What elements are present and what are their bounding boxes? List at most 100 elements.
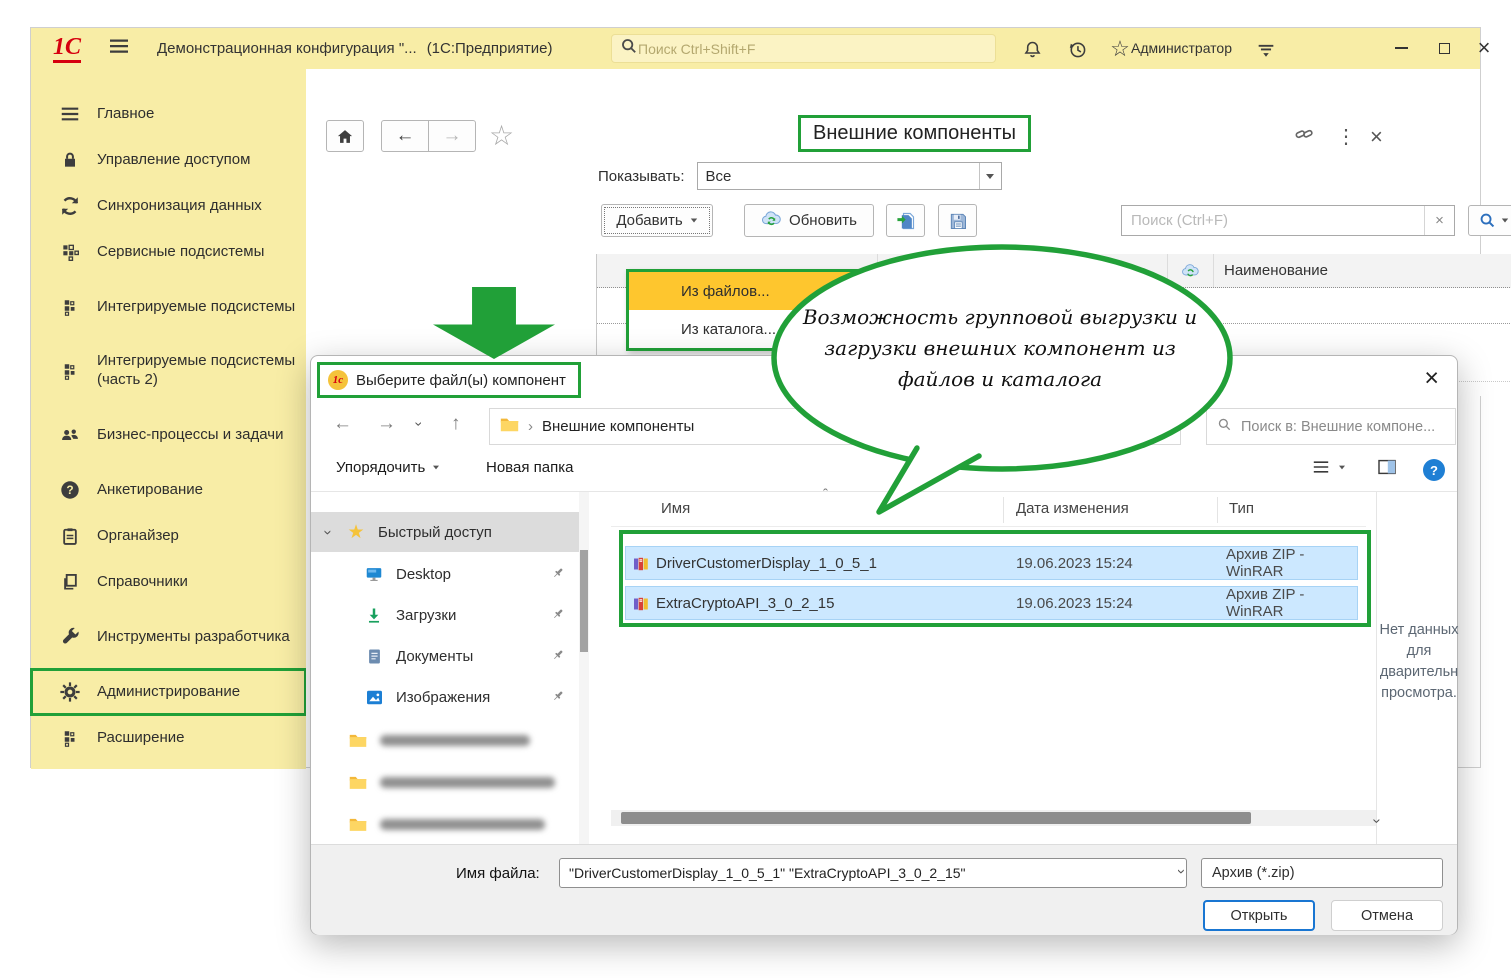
load-from-file-icon-button[interactable] bbox=[886, 204, 925, 237]
preview-pane: Нет данных для дварительн просмотра. bbox=[1376, 492, 1459, 844]
global-search-input[interactable] bbox=[638, 41, 987, 57]
notifications-bell-icon[interactable] bbox=[1019, 36, 1045, 62]
sidebar-item-integrated-subsystems-2[interactable]: Интегрируемые подсистемы (часть 2) bbox=[31, 339, 306, 403]
column-name[interactable]: Имя bbox=[661, 500, 690, 517]
forward-button[interactable]: → bbox=[428, 120, 476, 152]
nav-back-icon[interactable]: ← bbox=[333, 413, 352, 435]
help-icon[interactable]: ? bbox=[1423, 459, 1445, 481]
blocks-icon bbox=[57, 295, 83, 319]
tree-item-blurred-folder[interactable] bbox=[311, 804, 579, 844]
sidebar-item-business-processes[interactable]: Бизнес-процессы и задачи bbox=[31, 403, 306, 467]
app-title-bar: 1С Демонстрационная конфигурация "... (1… bbox=[31, 28, 1480, 69]
filename-input[interactable] bbox=[560, 865, 1177, 881]
dialog-search-box[interactable] bbox=[1206, 408, 1456, 445]
nav-forward-icon[interactable]: → bbox=[377, 413, 396, 435]
service-settings-icon[interactable] bbox=[1253, 36, 1279, 62]
nav-up-icon[interactable]: ↑ bbox=[451, 413, 461, 435]
breadcrumb-folder[interactable]: Внешние компоненты bbox=[542, 418, 694, 435]
file-list: ˆ Имя Дата изменения Тип DriverCustomerD… bbox=[611, 492, 1376, 844]
add-button[interactable]: Добавить bbox=[601, 204, 713, 237]
document-icon bbox=[363, 646, 385, 666]
sidebar-item-surveys[interactable]: ? Анкетирование bbox=[31, 467, 306, 513]
open-button[interactable]: Открыть bbox=[1203, 900, 1315, 931]
search-button[interactable] bbox=[1468, 205, 1511, 236]
dialog-footer: Имя файла: › Архив (*.zip) › Открыть Отм… bbox=[311, 844, 1457, 935]
organize-button[interactable]: Упорядочить bbox=[336, 459, 440, 476]
sidebar-item-data-sync[interactable]: Синхронизация данных bbox=[31, 183, 306, 229]
clear-search-icon[interactable]: × bbox=[1424, 206, 1454, 235]
tree-item-documents[interactable]: Документы bbox=[311, 636, 579, 676]
scrollbar-thumb[interactable] bbox=[621, 812, 1251, 824]
page-title: Внешние компоненты bbox=[798, 115, 1031, 152]
pin-icon[interactable] bbox=[551, 689, 565, 707]
sidebar-item-service-subsystems[interactable]: Сервисные подсистемы bbox=[31, 229, 306, 275]
new-folder-button[interactable]: Новая папка bbox=[486, 459, 573, 476]
1c-logo[interactable]: 1С bbox=[53, 35, 81, 63]
clipboard-icon bbox=[57, 524, 83, 548]
chevron-down-icon[interactable]: › bbox=[320, 515, 337, 549]
tree-scrollbar-thumb[interactable] bbox=[580, 550, 588, 652]
sidebar-item-developer-tools[interactable]: Инструменты разработчика bbox=[31, 605, 306, 669]
save-to-file-icon-button[interactable] bbox=[938, 204, 977, 237]
folder-icon bbox=[347, 730, 369, 750]
sections-sidebar: Главное Управление доступом Синхронизаци… bbox=[31, 69, 306, 769]
filename-combobox[interactable]: › bbox=[559, 858, 1187, 888]
back-button[interactable]: ← bbox=[381, 120, 429, 152]
tree-item-blurred-folder[interactable] bbox=[311, 762, 579, 802]
dialog-search-input[interactable] bbox=[1241, 419, 1445, 435]
main-menu-icon[interactable] bbox=[107, 34, 131, 63]
file-list-horizontal-scrollbar[interactable] bbox=[611, 810, 1376, 826]
pictures-icon bbox=[363, 687, 385, 707]
show-label: Показывать: bbox=[598, 168, 685, 185]
tree-item-quick-access[interactable]: › ★ Быстрый доступ bbox=[311, 512, 579, 552]
tree-scrollbar[interactable] bbox=[579, 492, 589, 844]
sidebar-item-catalogs[interactable]: Справочники bbox=[31, 559, 306, 605]
svg-text:?: ? bbox=[66, 483, 73, 497]
home-button[interactable] bbox=[326, 120, 364, 152]
tree-item-blurred-folder[interactable] bbox=[311, 720, 579, 760]
history-icon[interactable] bbox=[1064, 36, 1090, 62]
sidebar-item-organizer[interactable]: Органайзер bbox=[31, 513, 306, 559]
dialog-close-icon[interactable]: × bbox=[1424, 366, 1439, 391]
maximize-button[interactable] bbox=[1429, 34, 1459, 62]
sidebar-item-administration[interactable]: Администрирование bbox=[31, 669, 306, 715]
list-search-input[interactable] bbox=[1122, 212, 1424, 229]
sidebar-item-main[interactable]: Главное bbox=[31, 91, 306, 137]
nav-recent-chevron-icon[interactable]: › bbox=[411, 422, 427, 427]
list-search-box[interactable]: × bbox=[1121, 205, 1455, 236]
lock-icon bbox=[57, 148, 83, 172]
global-search[interactable] bbox=[611, 34, 996, 63]
people-icon bbox=[57, 423, 83, 447]
current-user[interactable]: Администратор bbox=[1131, 40, 1232, 56]
close-page-icon[interactable]: × bbox=[1370, 124, 1383, 150]
file-type-filter-select[interactable]: Архив (*.zip) › bbox=[1201, 858, 1443, 888]
link-icon[interactable] bbox=[1293, 124, 1315, 149]
tree-item-downloads[interactable]: Загрузки bbox=[311, 595, 579, 635]
cancel-button[interactable]: Отмена bbox=[1331, 900, 1443, 931]
close-button[interactable]: × bbox=[1469, 34, 1499, 62]
column-name[interactable]: Наименование bbox=[1213, 254, 1511, 287]
favorite-star-icon[interactable]: ☆ bbox=[489, 119, 514, 152]
chevron-down-icon[interactable] bbox=[979, 163, 1001, 189]
pin-icon[interactable] bbox=[551, 607, 565, 625]
dialog-body: › ★ Быстрый доступ Desktop Загрузки Доку… bbox=[311, 492, 1457, 844]
refresh-button[interactable]: Обновить bbox=[744, 204, 874, 237]
chevron-down-icon[interactable]: › bbox=[1173, 869, 1190, 878]
pin-icon[interactable] bbox=[551, 566, 565, 584]
tree-item-pictures[interactable]: Изображения bbox=[311, 677, 579, 717]
menu-icon bbox=[57, 102, 83, 126]
favorites-star-icon[interactable]: ☆ bbox=[1107, 36, 1133, 62]
show-filter-select[interactable]: Все bbox=[697, 162, 1002, 190]
sidebar-item-extension[interactable]: Расширение bbox=[31, 715, 306, 761]
more-kebab-icon[interactable]: ⋮ bbox=[1336, 124, 1356, 149]
desktop-icon bbox=[363, 564, 385, 584]
pin-icon[interactable] bbox=[551, 648, 565, 666]
sidebar-item-access-control[interactable]: Управление доступом bbox=[31, 137, 306, 183]
tree-item-desktop[interactable]: Desktop bbox=[311, 554, 579, 594]
blocks-icon bbox=[57, 359, 83, 383]
view-mode-button[interactable] bbox=[1311, 459, 1346, 475]
minimize-button[interactable] bbox=[1386, 34, 1416, 62]
grid-blocks-icon bbox=[57, 240, 83, 264]
preview-pane-button[interactable] bbox=[1377, 459, 1397, 475]
sidebar-item-integrated-subsystems[interactable]: Интегрируемые подсистемы bbox=[31, 275, 306, 339]
